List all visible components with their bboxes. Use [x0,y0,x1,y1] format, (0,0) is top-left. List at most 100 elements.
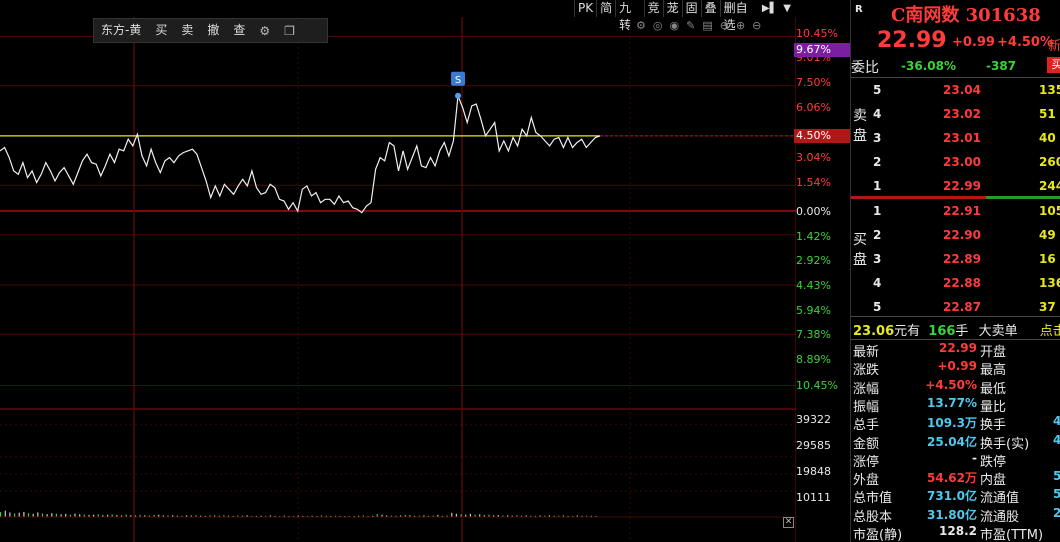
order-price: 23.04 [943,83,981,97]
order-volume: 40 [1039,131,1056,145]
order-level: 4 [873,107,882,121]
sell-button[interactable]: 卖 [174,18,200,43]
order-volume: 244 [1039,179,1060,193]
trade-toolbar: 东方-黄 买 卖 撤 查 ⚙ ❐ [93,18,328,43]
window-icon[interactable]: ❐ [277,24,302,38]
divider [851,339,1060,340]
stat-label: 总市值 [853,491,893,507]
price-change: +0.99 [952,35,995,50]
simple-button[interactable]: 简 [596,0,615,17]
order-level: 4 [873,276,882,290]
order-level: 3 [873,131,882,145]
stat-label: 市盈(TTM) [980,528,1044,542]
volume-bar [451,512,453,517]
y-axis-tick-label: 4.43% [796,279,831,292]
stat-value: 731.0亿 [927,489,977,504]
stat-label: 内盘 [980,473,1007,489]
trade-unit: 元有 [894,324,921,339]
order-volume: 136 [1039,276,1060,290]
quote-panel: R C南网数 301638 22.99 +0.99 +4.50% 新 委比 -3… [850,0,1060,542]
order-level: 2 [873,228,882,242]
plus-icon[interactable]: ⊕ [736,19,745,32]
close-icon[interactable]: ✕ [783,517,794,528]
volume-bar [14,513,16,517]
signal-marker-label: S [455,75,461,86]
chart-type-button[interactable]: 茏 [662,0,682,17]
stat-value: 128.2 [939,524,977,538]
price-line [0,95,601,214]
nine-turn-button[interactable]: 九转 [615,0,643,32]
volume-axis-tick-label: 29585 [796,439,831,452]
order-level: 5 [873,83,882,97]
order-level: 5 [873,300,882,314]
stat-value: 5 [1053,487,1060,501]
eye-hidden-icon[interactable]: ◎ [653,19,663,32]
cancel-order-button[interactable]: 撤 [200,18,226,43]
stat-label: 流通值 [980,491,1020,507]
overlay-button[interactable]: 叠 [700,0,720,17]
remove-watchlist-button[interactable]: 删自选 [719,0,759,32]
stat-value: 22.99 [939,341,977,355]
trade-price: 23.06 [853,324,895,339]
order-price: 23.02 [943,107,981,121]
stat-label: 量比 [980,399,1007,415]
stat-label: 涨幅 [853,381,880,397]
pk-button[interactable]: PK [574,0,596,17]
volume-bar [37,512,39,517]
stat-value: 13.77% [927,395,977,410]
y-axis-tick-label: 10.45% [796,379,838,392]
pen-icon[interactable]: ✎ [686,19,695,32]
order-price: 22.89 [943,252,981,266]
stat-label: 总股本 [853,509,893,525]
y-axis-tick-label: 1.54% [796,176,831,189]
stat-label: 振幅 [853,399,880,415]
trade-extra: 点击 [1039,324,1060,339]
trade-ticker[interactable]: 23.06元有 166手 大卖单 点击 [853,320,1060,339]
peak-marker-dot [455,92,462,99]
y-axis-tick-label: 3.04% [796,151,831,164]
stat-label: 涨停 [853,454,880,470]
trade-type: 大卖单 [978,324,1018,339]
stat-value: +4.50% [925,377,977,392]
buy-button[interactable]: 买 [148,18,174,43]
volume-bar [0,512,2,517]
price-change-pct: +4.50% [997,35,1053,50]
query-button[interactable]: 查 [226,18,252,43]
auction-button[interactable]: 竞 [643,0,663,17]
sell-side-label: 卖盘 [853,108,867,144]
stat-label: 最高 [980,363,1007,379]
order-price: 22.91 [943,204,981,218]
stat-value: 4 [1053,433,1060,447]
eye-icon[interactable]: ◉ [669,19,679,32]
volume-axis-tick-label: 19848 [796,465,831,478]
gear-icon[interactable]: ⚙ [252,24,277,38]
stat-value: 109.3万 [927,416,977,431]
y-axis-tick-label: 0.00% [796,205,831,218]
stat-value: 4 [1053,414,1060,428]
settings-gear-icon[interactable]: ⚙ [636,19,646,32]
broker-selector[interactable]: 东方-黄 [94,18,148,43]
zoom-out-icon[interactable]: ⊖ [752,19,761,32]
r-mark: R [855,4,863,15]
order-volume: 105 [1039,204,1060,218]
high-price-label: 9.67% [794,43,850,57]
order-price: 22.88 [943,276,981,290]
order-price: 23.01 [943,131,981,145]
pin-button[interactable]: 固 [681,0,701,17]
order-price: 22.90 [943,228,981,242]
order-volume: 16 [1039,252,1056,266]
buy-tag[interactable]: 买 [1047,57,1060,73]
stat-label: 市盈(静) [853,528,903,542]
volume-bar [74,513,76,517]
panel-collapse-icon[interactable]: ▶▌ [759,3,780,14]
trash-icon[interactable]: ▤ [702,19,712,32]
minus-icon[interactable]: ⊖ [720,19,729,32]
stat-label: 涨跌 [853,363,880,379]
trade-qty-unit: 手 [955,324,969,339]
intraday-chart[interactable]: S [0,17,796,542]
stat-value: 5 [1053,469,1060,483]
order-volume: 260 [1039,155,1060,169]
y-axis-tick-label: 2.92% [796,254,831,267]
triangle-down-icon[interactable]: ▼ [780,3,794,14]
stat-label: 开盘 [980,345,1007,360]
